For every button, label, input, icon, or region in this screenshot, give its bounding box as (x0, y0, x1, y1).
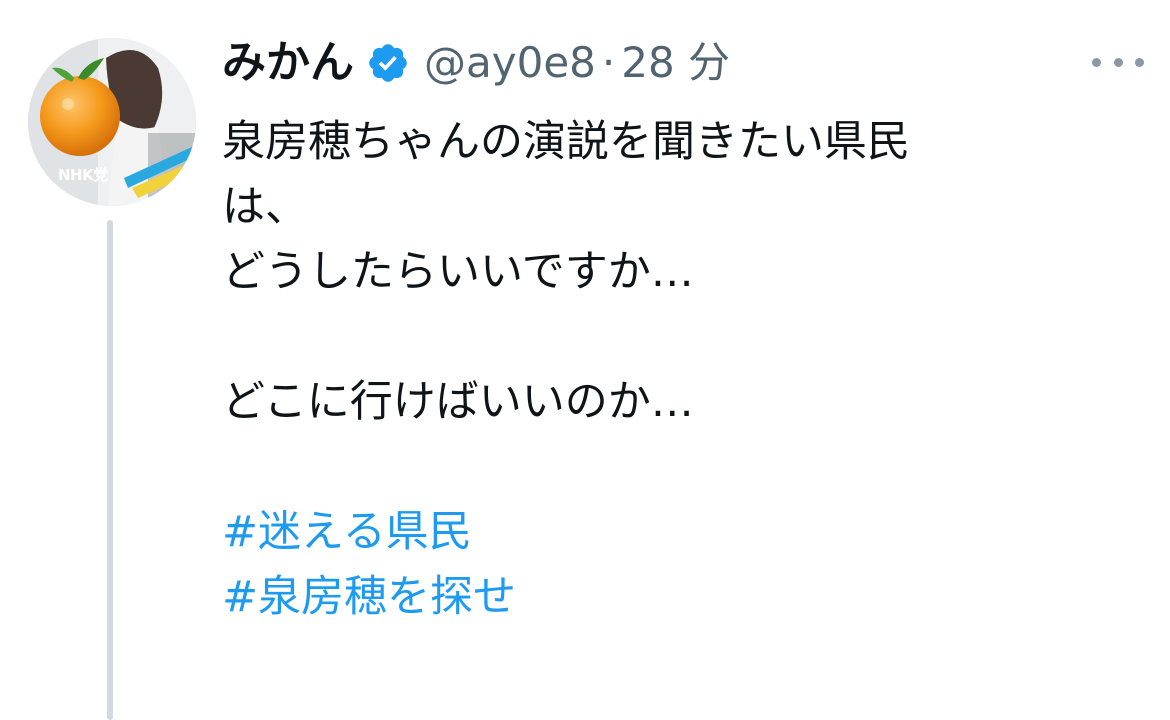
tweet-text-line: どこに行けばいいのか… (222, 377, 694, 427)
display-name[interactable]: みかん (222, 41, 354, 85)
hashtag-link[interactable]: #泉房穂を探せ (222, 572, 516, 622)
separator-dot: · (601, 38, 616, 87)
tweet-text-line: 泉房穂ちゃんの演説を聞きたい県民 (222, 117, 910, 167)
more-options-button[interactable] (1092, 50, 1144, 74)
tweet[interactable]: NHK党 みかん @ay0e8 · 28 分 泉房穂ちゃんの演説を聞きたい県民 … (0, 0, 1170, 720)
avatar-badge: NHK党 (58, 166, 108, 184)
verified-badge-icon (366, 41, 410, 85)
avatar-image (28, 38, 196, 206)
tweet-text-line: どうしたらいいですか… (222, 247, 694, 297)
hashtag-link[interactable]: #迷える県民 (222, 507, 472, 557)
thread-connector-line (107, 220, 113, 720)
more-dot-icon (1135, 57, 1144, 67)
more-dot-icon (1113, 57, 1123, 67)
more-dot-icon (1092, 57, 1101, 67)
tweet-header: みかん @ay0e8 · 28 分 (222, 30, 730, 96)
timestamp[interactable]: 28 分 (621, 42, 730, 84)
tweet-text: 泉房穂ちゃんの演説を聞きたい県民 は、 どうしたらいいですか… どこに行けばいい… (222, 110, 1122, 630)
tweet-text-line: は、 (222, 182, 308, 232)
avatar[interactable]: NHK党 (28, 38, 196, 206)
user-handle[interactable]: @ay0e8 (424, 42, 596, 84)
